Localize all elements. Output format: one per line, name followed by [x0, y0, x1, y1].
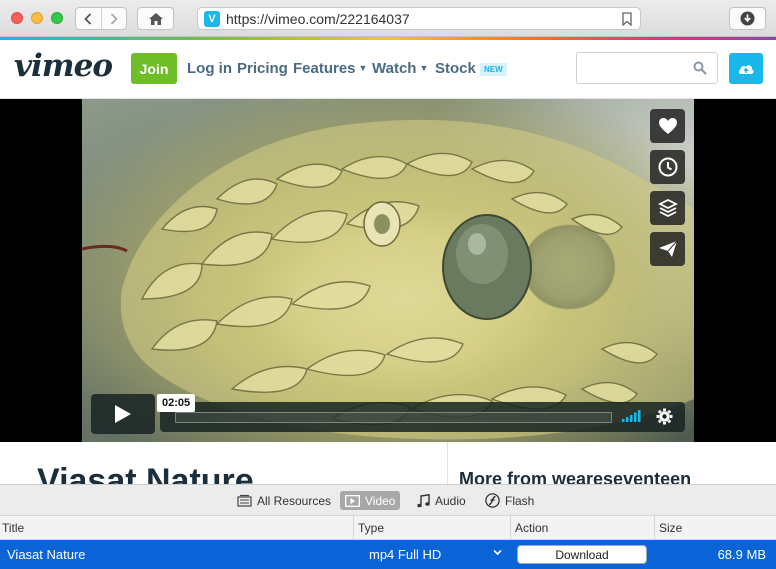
vimeo-favicon-icon: V: [204, 10, 220, 27]
join-button[interactable]: Join: [131, 53, 177, 84]
gear-icon[interactable]: [656, 408, 673, 425]
login-link[interactable]: Log in: [187, 60, 232, 77]
video-frame[interactable]: [82, 99, 694, 442]
download-button[interactable]: Download: [517, 545, 647, 564]
tab-video[interactable]: Video: [340, 491, 401, 510]
row-title: Viasat Nature: [7, 547, 86, 562]
row-size: 68.9 MB: [717, 547, 766, 562]
play-button[interactable]: [91, 394, 155, 434]
page-content: Viasat Nature More from weareseventeen: [0, 442, 776, 484]
search-input[interactable]: [585, 53, 695, 83]
row-type[interactable]: mp4 Full HD: [369, 540, 441, 569]
watch-label: Watch: [372, 60, 417, 77]
chevron-down-icon[interactable]: [493, 549, 502, 556]
zoom-window-button[interactable]: [51, 12, 63, 24]
browser-toolbar: V https://vimeo.com/222164037: [0, 0, 776, 37]
pricing-link[interactable]: Pricing: [237, 60, 288, 77]
video-icon: [345, 494, 360, 507]
column-type[interactable]: Type: [353, 516, 510, 539]
bookmark-icon[interactable]: [622, 12, 632, 26]
like-button[interactable]: [650, 109, 685, 143]
current-time: 02:05: [157, 394, 196, 412]
collections-button[interactable]: [650, 191, 685, 225]
back-icon: [84, 12, 92, 25]
flash-icon: [485, 493, 500, 508]
snake-video-image: [82, 119, 694, 440]
progress-bar[interactable]: [175, 412, 612, 423]
chevron-down-icon: ▼: [358, 63, 368, 73]
site-header: vimeo Join Log in Pricing Features ▼ Watc…: [0, 40, 776, 99]
play-icon: [115, 405, 131, 423]
features-label: Features: [293, 60, 356, 77]
column-title[interactable]: Title: [0, 516, 353, 539]
downloads-button[interactable]: [729, 7, 766, 30]
search-icon[interactable]: [693, 61, 707, 75]
clock-icon: [658, 157, 677, 177]
features-menu[interactable]: Features ▼: [293, 60, 367, 77]
column-divider: [447, 442, 448, 484]
watch-menu[interactable]: Watch ▼: [372, 60, 428, 77]
forward-button[interactable]: [100, 8, 127, 29]
tab-all-resources-label: All Resources: [257, 493, 332, 508]
column-action[interactable]: Action: [510, 516, 654, 539]
more-from-heading: More from weareseventeen: [459, 469, 692, 484]
minimize-window-button[interactable]: [31, 12, 43, 24]
video-title: Viasat Nature: [37, 462, 254, 484]
volume-icon[interactable]: [622, 409, 644, 422]
download-icon: [740, 11, 755, 26]
tab-all-resources[interactable]: All Resources: [232, 491, 336, 510]
table-row[interactable]: Viasat Nature mp4 Full HD Download 68.9 …: [0, 540, 776, 569]
chevron-down-icon: ▼: [419, 63, 429, 73]
new-badge: NEW: [480, 63, 507, 76]
music-icon: [417, 493, 430, 507]
player-controls: 02:05: [91, 394, 685, 436]
vimeo-logo[interactable]: vimeo: [14, 48, 113, 84]
upload-button[interactable]: [729, 53, 763, 84]
home-icon: [148, 12, 163, 25]
back-button[interactable]: [76, 8, 101, 29]
tab-flash-label: Flash: [505, 493, 535, 508]
resources-icon: [237, 494, 252, 507]
address-bar[interactable]: V https://vimeo.com/222164037: [197, 7, 641, 30]
column-size[interactable]: Size: [654, 516, 776, 539]
tab-flash[interactable]: Flash: [480, 491, 539, 510]
tab-audio-label: Audio: [435, 493, 466, 508]
watch-later-button[interactable]: [650, 150, 685, 184]
stock-link[interactable]: Stock: [435, 60, 476, 77]
search-box[interactable]: [576, 52, 718, 84]
video-player[interactable]: 02:05: [0, 99, 776, 442]
forward-icon: [110, 12, 118, 25]
cloud-upload-icon: [738, 64, 754, 74]
tab-video-label: Video: [365, 493, 396, 508]
history-nav: [75, 7, 127, 30]
layers-icon: [657, 198, 678, 218]
side-actions: [650, 109, 685, 273]
send-icon: [658, 240, 677, 257]
tab-audio[interactable]: Audio: [412, 491, 471, 510]
home-button[interactable]: [137, 7, 174, 30]
heart-icon: [658, 118, 677, 134]
share-button[interactable]: [650, 232, 685, 266]
resources-toolbar: All Resources Video Audio Flash: [0, 484, 776, 515]
close-window-button[interactable]: [11, 12, 23, 24]
url-text: https://vimeo.com/222164037: [226, 10, 410, 27]
resources-table-header: Title Type Action Size: [0, 515, 776, 540]
